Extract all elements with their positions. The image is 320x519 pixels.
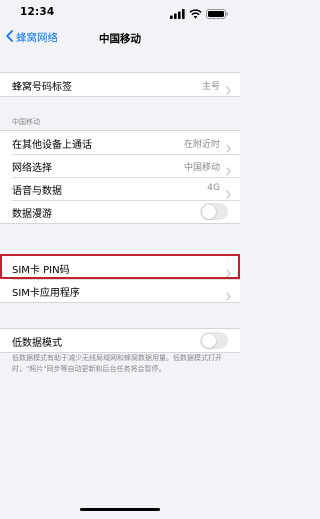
battery-icon <box>206 4 228 23</box>
wifi-icon <box>189 4 202 23</box>
status-bar: 12:34 <box>0 0 240 24</box>
number-label-group: 蜂窝号码标签 主号 <box>0 72 240 97</box>
low-data-group: 低数据模式 <box>0 328 240 353</box>
number-label-title: 蜂窝号码标签 <box>12 82 72 93</box>
chevron-right-icon <box>226 286 231 305</box>
row-label: 网络选择 <box>12 163 52 174</box>
number-label-value: 主号 <box>201 82 220 92</box>
row-sim-applications[interactable]: SIM卡应用程序 <box>0 279 240 302</box>
status-icons <box>170 8 228 19</box>
page-title: 中国移动 <box>99 33 141 45</box>
row-call-on-other-devices[interactable]: 在其他设备上通话 在附近时 <box>0 131 240 154</box>
row-low-data-mode: 低数据模式 <box>0 329 240 352</box>
navigation-bar: 蜂窝网络 中国移动 <box>0 26 240 50</box>
row-value: 4G <box>207 183 220 193</box>
sim-pin-highlight <box>0 254 240 279</box>
chevron-right-icon <box>226 80 231 99</box>
toggle-knob <box>201 333 216 348</box>
row-value: 中国移动 <box>183 163 220 173</box>
row-label: SIM卡应用程序 <box>12 288 80 299</box>
toggle-knob <box>201 204 216 219</box>
row-label: 低数据模式 <box>12 338 62 349</box>
row-network-selection[interactable]: 网络选择 中国移动 <box>0 154 240 177</box>
low-data-mode-toggle[interactable] <box>200 332 228 349</box>
row-label: 在其他设备上通话 <box>12 140 92 151</box>
row-data-roaming: 数据漫游 <box>0 200 240 223</box>
carrier-group: 在其他设备上通话 在附近时 网络选择 中国移动 语音与数据 4G 数据漫游 <box>0 130 240 224</box>
row-label: 数据漫游 <box>12 209 52 220</box>
data-roaming-toggle[interactable] <box>200 203 228 220</box>
low-data-footer-note: 低数据模式有助于减少无线局域网和蜂窝数据用量。低数据模式打开时，"照片"同步等自… <box>12 354 222 373</box>
row-label: 语音与数据 <box>12 186 62 197</box>
row-voice-and-data[interactable]: 语音与数据 4G <box>0 177 240 200</box>
cellular-signal-icon <box>170 4 185 23</box>
home-indicator <box>80 508 160 511</box>
number-label-row[interactable]: 蜂窝号码标签 主号 <box>0 73 240 96</box>
row-value: 在附近时 <box>183 140 220 150</box>
status-time: 12:34 <box>20 6 55 18</box>
carrier-section-header: 中国移动 <box>12 118 40 126</box>
